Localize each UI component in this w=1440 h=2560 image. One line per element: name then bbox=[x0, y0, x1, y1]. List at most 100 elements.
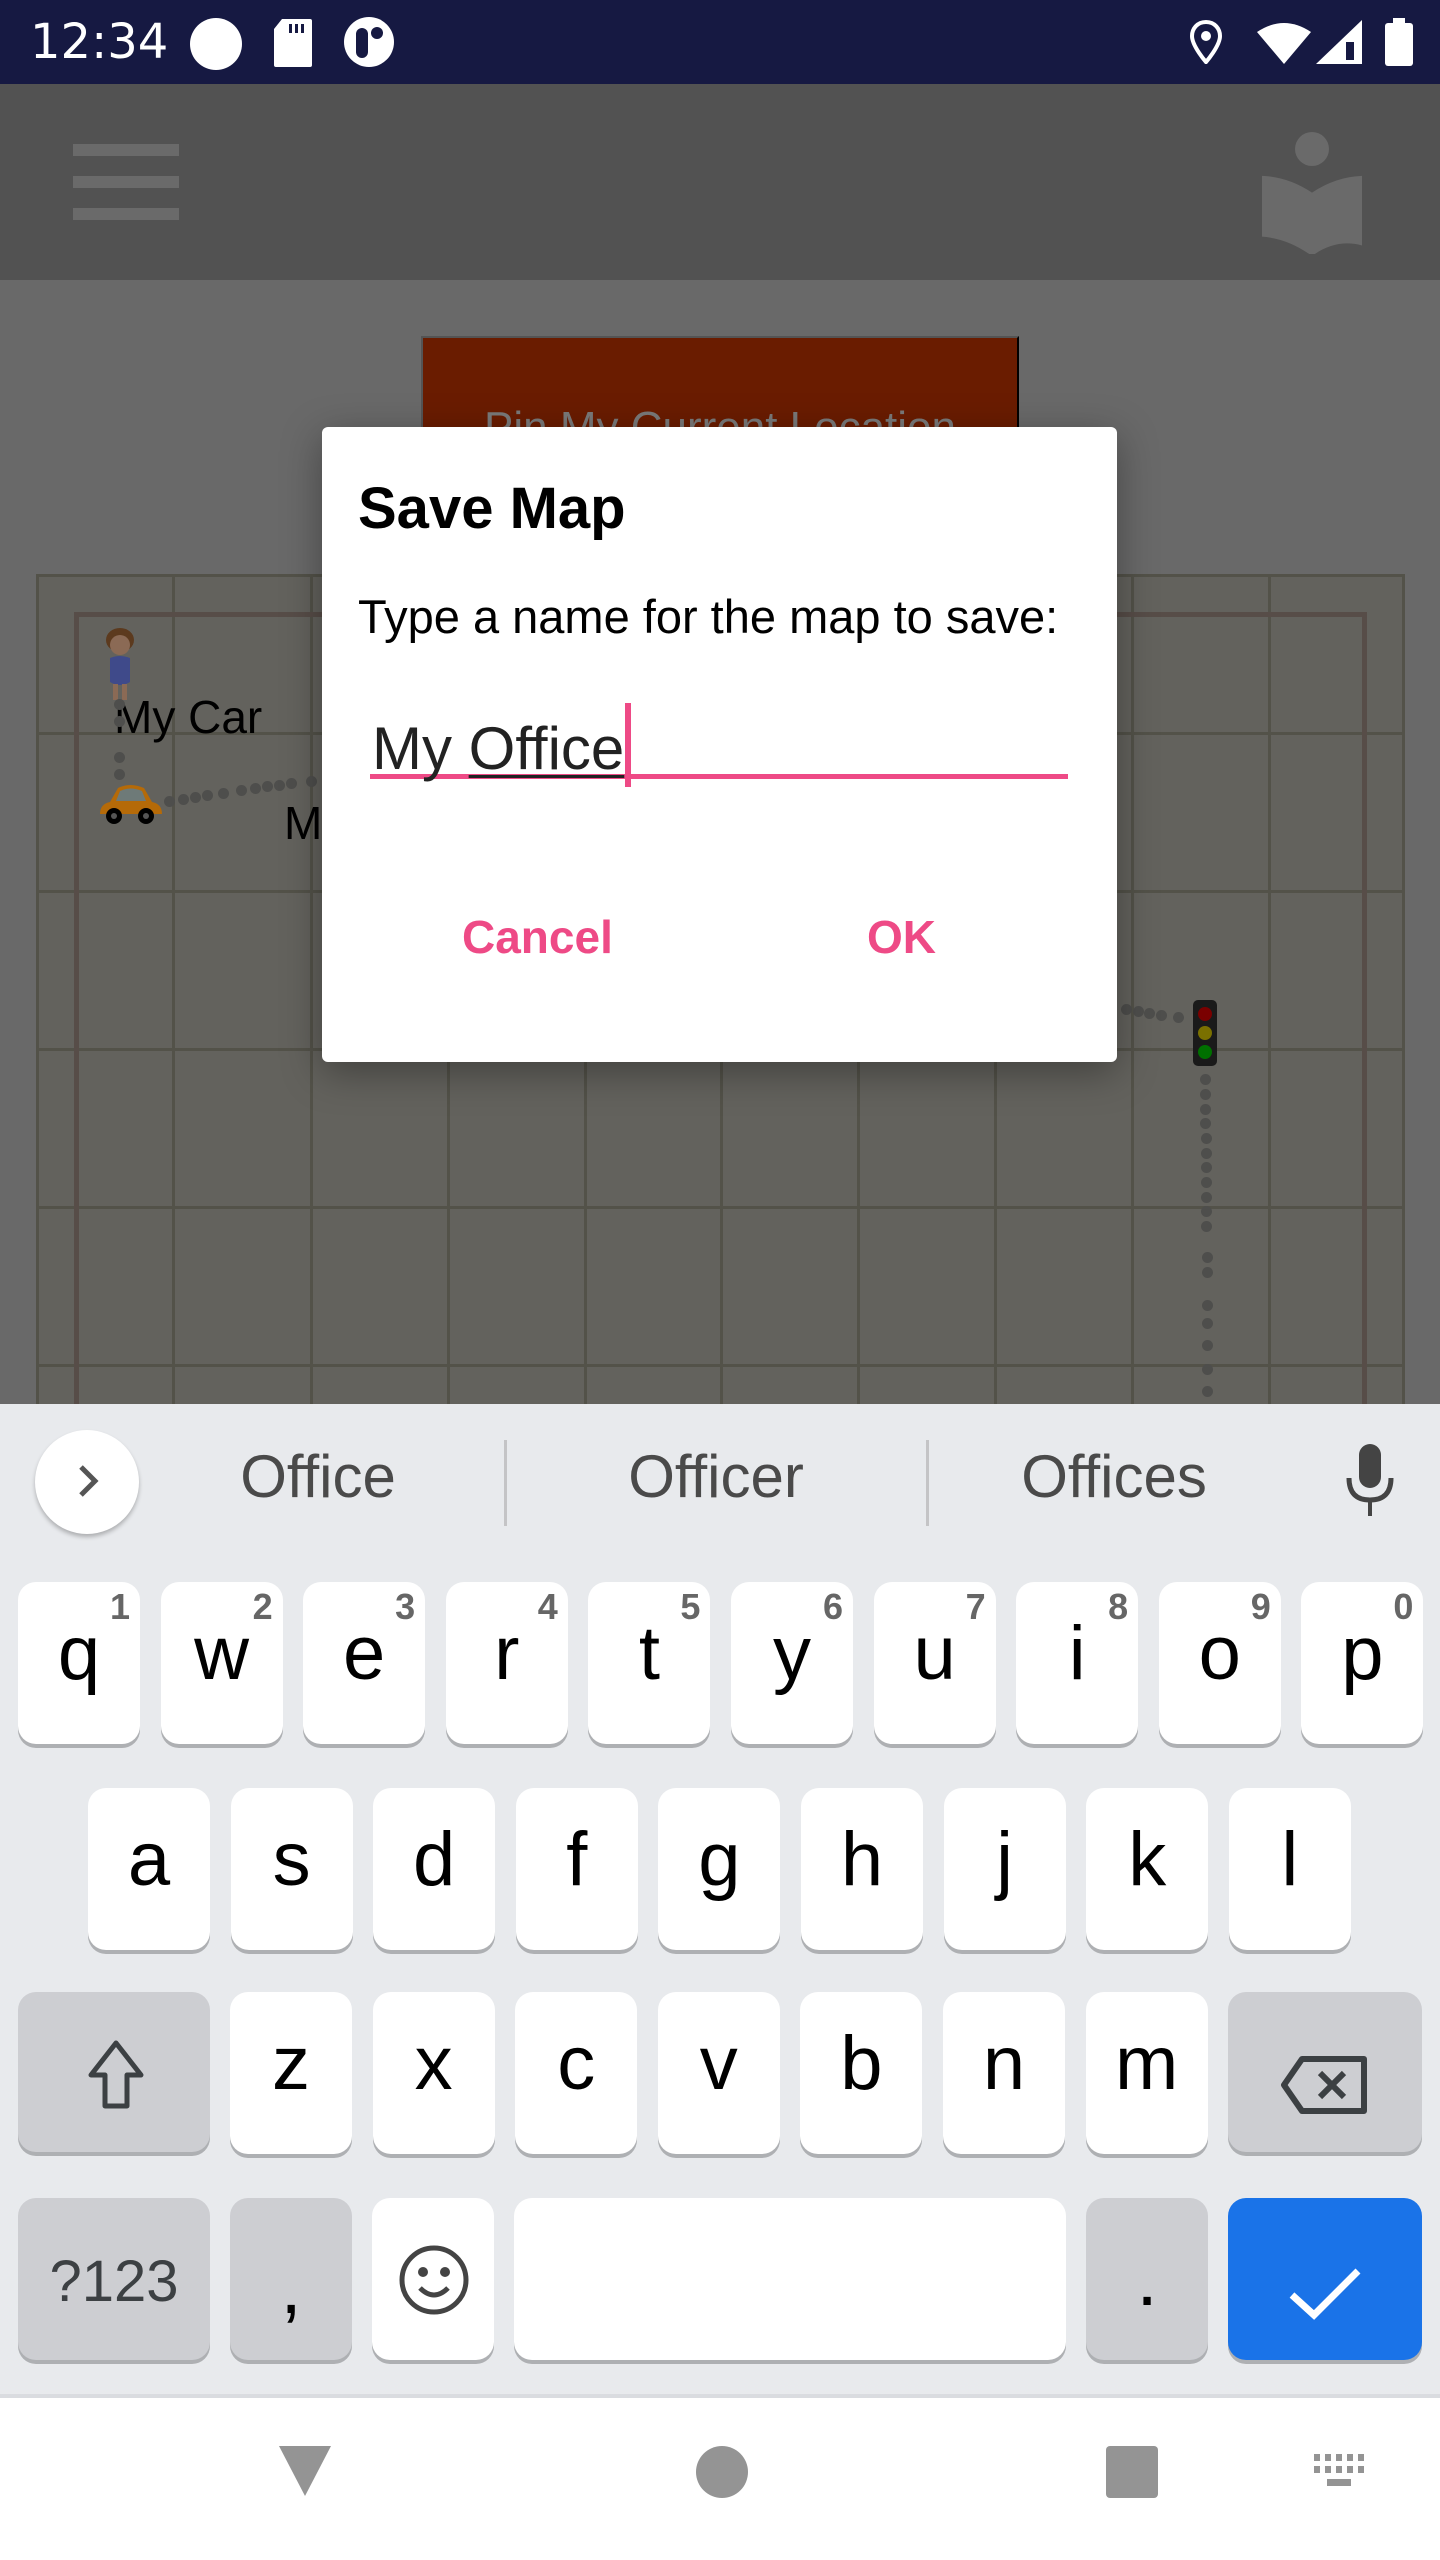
map-name-text: My Office bbox=[372, 703, 632, 787]
battery-icon bbox=[1385, 18, 1413, 71]
home-button[interactable] bbox=[690, 2438, 754, 2508]
map-name-composing-word: Office bbox=[468, 715, 625, 782]
key-s[interactable]: s bbox=[230, 1788, 353, 1950]
recents-icon bbox=[1102, 2445, 1162, 2505]
key-hint: 1 bbox=[109, 1586, 130, 1627]
key-q[interactable]: q1 bbox=[18, 1582, 140, 1744]
keyboard-switch-button[interactable] bbox=[1310, 2448, 1374, 2498]
key-p[interactable]: p0 bbox=[1301, 1582, 1424, 1744]
key-b[interactable]: b bbox=[800, 1992, 923, 2154]
period-key-label: . bbox=[1136, 2237, 1158, 2322]
key-hint: 0 bbox=[1393, 1586, 1414, 1627]
key-hint: 8 bbox=[1108, 1586, 1129, 1627]
backspace-icon bbox=[1280, 2046, 1370, 2133]
dialog-title: Save Map bbox=[358, 476, 626, 541]
key-hint: 4 bbox=[537, 1586, 558, 1627]
suggestion-divider bbox=[504, 1440, 507, 1526]
dialog-message: Type a name for the map to save: bbox=[358, 590, 1059, 643]
key-r[interactable]: r4 bbox=[445, 1582, 568, 1744]
key-label: z bbox=[272, 2021, 310, 2106]
comma-key[interactable]: , bbox=[230, 2198, 352, 2360]
key-o[interactable]: o9 bbox=[1158, 1582, 1281, 1744]
key-h[interactable]: h bbox=[801, 1788, 923, 1950]
key-l[interactable]: l bbox=[1228, 1788, 1351, 1950]
key-u[interactable]: u7 bbox=[873, 1582, 996, 1744]
key-label: v bbox=[699, 2021, 738, 2106]
key-label: m bbox=[1114, 2021, 1179, 2106]
keyboard-switch-icon bbox=[1312, 2453, 1372, 2495]
key-hint: 2 bbox=[252, 1586, 273, 1627]
chevron-right-icon bbox=[67, 1464, 107, 1504]
key-d[interactable]: d bbox=[373, 1788, 496, 1950]
key-v[interactable]: v bbox=[657, 1992, 780, 2154]
hamburger-menu-icon[interactable] bbox=[60, 134, 190, 244]
key-y[interactable]: y6 bbox=[731, 1582, 853, 1744]
suggestion-3[interactable]: Offices bbox=[924, 1442, 1304, 1511]
key-label: b bbox=[840, 2021, 883, 2106]
back-button[interactable] bbox=[270, 2438, 340, 2508]
key-label: f bbox=[566, 1817, 588, 1902]
book-reader-icon[interactable] bbox=[1258, 124, 1368, 256]
key-a[interactable]: a bbox=[88, 1788, 210, 1950]
smiley-icon bbox=[398, 2244, 470, 2334]
key-k[interactable]: k bbox=[1086, 1788, 1209, 1950]
shift-arrow-icon bbox=[88, 2040, 144, 2128]
key-label: l bbox=[1281, 1817, 1299, 1902]
key-t[interactable]: t5 bbox=[588, 1582, 711, 1744]
backspace-key[interactable] bbox=[1228, 1992, 1422, 2152]
key-label: h bbox=[840, 1817, 884, 1902]
enter-key[interactable] bbox=[1228, 2198, 1422, 2360]
voice-input-button[interactable] bbox=[1335, 1442, 1405, 1522]
pause-circle-icon bbox=[343, 16, 395, 73]
map-label-my-car: My Car bbox=[114, 691, 263, 743]
recents-button[interactable] bbox=[1100, 2438, 1164, 2508]
sd-card-icon bbox=[274, 19, 312, 72]
key-f[interactable]: f bbox=[515, 1788, 638, 1950]
key-hint: 7 bbox=[965, 1586, 986, 1627]
ok-button[interactable]: OK bbox=[867, 910, 936, 964]
suggestion-1[interactable]: Office bbox=[128, 1442, 508, 1511]
key-label: j bbox=[996, 1817, 1014, 1902]
app-bar bbox=[0, 84, 1440, 280]
map-name-field[interactable]: My Office bbox=[370, 699, 1068, 787]
wifi-icon bbox=[1257, 20, 1311, 69]
key-g[interactable]: g bbox=[658, 1788, 781, 1950]
save-map-dialog: Save Map Type a name for the map to save… bbox=[322, 427, 1117, 1062]
key-label: g bbox=[698, 1817, 741, 1902]
key-label: k bbox=[1128, 1817, 1167, 1902]
navigation-bar bbox=[0, 2394, 1440, 2560]
suggestions-expand-button[interactable] bbox=[35, 1430, 139, 1534]
key-i[interactable]: i8 bbox=[1016, 1582, 1139, 1744]
emoji-key[interactable] bbox=[372, 2198, 494, 2360]
key-e[interactable]: e3 bbox=[303, 1582, 426, 1744]
key-label: c bbox=[557, 2021, 596, 2106]
key-c[interactable]: c bbox=[515, 1992, 638, 2154]
symbols-key-label: ?123 bbox=[49, 2249, 179, 2314]
key-j[interactable]: j bbox=[943, 1788, 1066, 1950]
key-label: s bbox=[272, 1817, 311, 1902]
key-x[interactable]: x bbox=[372, 1992, 495, 2154]
space-key[interactable] bbox=[514, 2198, 1066, 2360]
map-name-prefix: My bbox=[372, 715, 469, 782]
suggestion-2[interactable]: Officer bbox=[526, 1442, 906, 1511]
key-n[interactable]: n bbox=[943, 1992, 1065, 2154]
key-label: x bbox=[414, 2021, 453, 2106]
soft-keyboard: Office Officer Offices ?123 , . q1w2e3r4… bbox=[0, 1404, 1440, 2394]
key-w[interactable]: w2 bbox=[160, 1582, 283, 1744]
key-label: n bbox=[982, 2021, 1026, 2106]
map-label-m: M bbox=[284, 797, 323, 849]
shift-key[interactable] bbox=[18, 1992, 210, 2152]
key-z[interactable]: z bbox=[230, 1992, 352, 2154]
traffic-light-icon[interactable] bbox=[1193, 1000, 1217, 1066]
key-label: a bbox=[127, 1817, 171, 1902]
key-m[interactable]: m bbox=[1085, 1992, 1208, 2154]
car-icon[interactable] bbox=[96, 782, 166, 828]
key-hint: 5 bbox=[680, 1586, 701, 1627]
key-hint: 3 bbox=[395, 1586, 416, 1627]
period-key[interactable]: . bbox=[1086, 2198, 1208, 2360]
microphone-icon bbox=[1335, 1444, 1405, 1525]
circle-notification-icon bbox=[189, 17, 243, 76]
symbols-key[interactable]: ?123 bbox=[18, 2198, 210, 2360]
cancel-button[interactable]: Cancel bbox=[462, 910, 613, 964]
status-bar: 12:34 bbox=[0, 0, 1440, 84]
